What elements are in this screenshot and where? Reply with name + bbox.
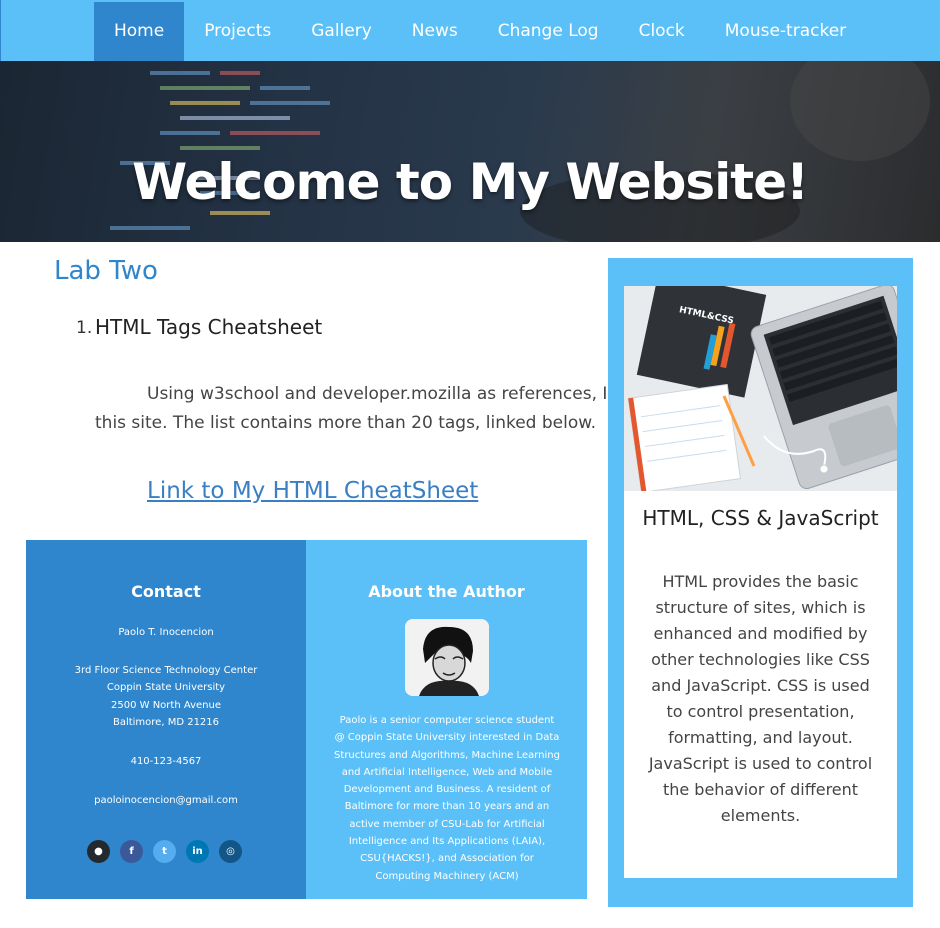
twitter-icon[interactable]: t [153, 840, 176, 863]
paragraph-line-1: Using w3school and developer.mozilla as … [147, 384, 610, 404]
about-author-section: About the Author Paolo is a senior compu… [306, 540, 587, 899]
nav-change-log[interactable]: Change Log [478, 2, 619, 61]
description-paragraph: Using w3school and developer.mozilla as … [95, 380, 610, 444]
about-author-heading: About the Author [368, 582, 525, 601]
nav-home[interactable]: Home [94, 2, 185, 61]
nav-news[interactable]: News [392, 2, 478, 61]
card-image: HTML&CSS [624, 286, 897, 491]
cheatsheet-link[interactable]: Link to My HTML CheatSheet [147, 478, 478, 504]
linkedin-icon[interactable]: in [186, 840, 209, 863]
social-links: ● f t in ◎ [87, 840, 242, 863]
author-bio: Paolo is a senior computer science stude… [334, 715, 560, 882]
card-title: HTML, CSS & JavaScript [642, 506, 879, 530]
facebook-icon[interactable]: f [120, 840, 143, 863]
author-avatar [405, 619, 489, 696]
github-icon[interactable]: ● [87, 840, 110, 863]
contact-email[interactable]: paoloinocencion@gmail.com [26, 792, 306, 809]
address-line-1: 3rd Floor Science Technology Center [74, 665, 258, 676]
nav-mouse-tracker[interactable]: Mouse-tracker [705, 2, 866, 61]
address-line-3: 2500 W North Avenue [111, 700, 221, 711]
avatar-image [405, 619, 489, 696]
address-line-2: Coppin State University [106, 682, 226, 693]
paragraph-line-2: this site. The list contains more than 2… [95, 413, 596, 433]
contact-section: Contact Paolo T. Inocencion 3rd Floor Sc… [26, 540, 306, 899]
footer: Contact Paolo T. Inocencion 3rd Floor Sc… [26, 540, 587, 899]
instagram-icon[interactable]: ◎ [219, 840, 242, 863]
list-number: 1. [76, 318, 93, 338]
hero-background-image [110, 61, 930, 242]
top-navbar: Home Projects Gallery News Change Log Cl… [0, 0, 940, 61]
page-title: Lab Two [54, 256, 158, 286]
address-line-4: Baltimore, MD 21216 [112, 717, 220, 728]
desk-illustration: HTML&CSS [624, 286, 897, 491]
hero-banner: Welcome to My Website! [0, 61, 940, 242]
contact-heading: Contact [131, 582, 201, 601]
list-item-heading: HTML Tags Cheatsheet [95, 315, 323, 339]
card-text: HTML provides the basic structure of sit… [648, 572, 873, 825]
sidebar-card: HTML&CSS HTML, CSS & JavaScript HTML pro… [624, 286, 897, 878]
contact-name: Paolo T. Inocencion [118, 627, 214, 638]
contact-phone: 410-123-4567 [130, 756, 202, 767]
nav-gallery[interactable]: Gallery [291, 2, 392, 61]
nav-clock[interactable]: Clock [619, 2, 705, 61]
sidebar-card-frame: HTML&CSS HTML, CSS & JavaScript HTML pro… [608, 258, 913, 907]
nav-list: Home Projects Gallery News Change Log Cl… [94, 2, 866, 61]
hero-title: Welcome to My Website! [132, 153, 809, 211]
nav-projects[interactable]: Projects [184, 2, 291, 61]
